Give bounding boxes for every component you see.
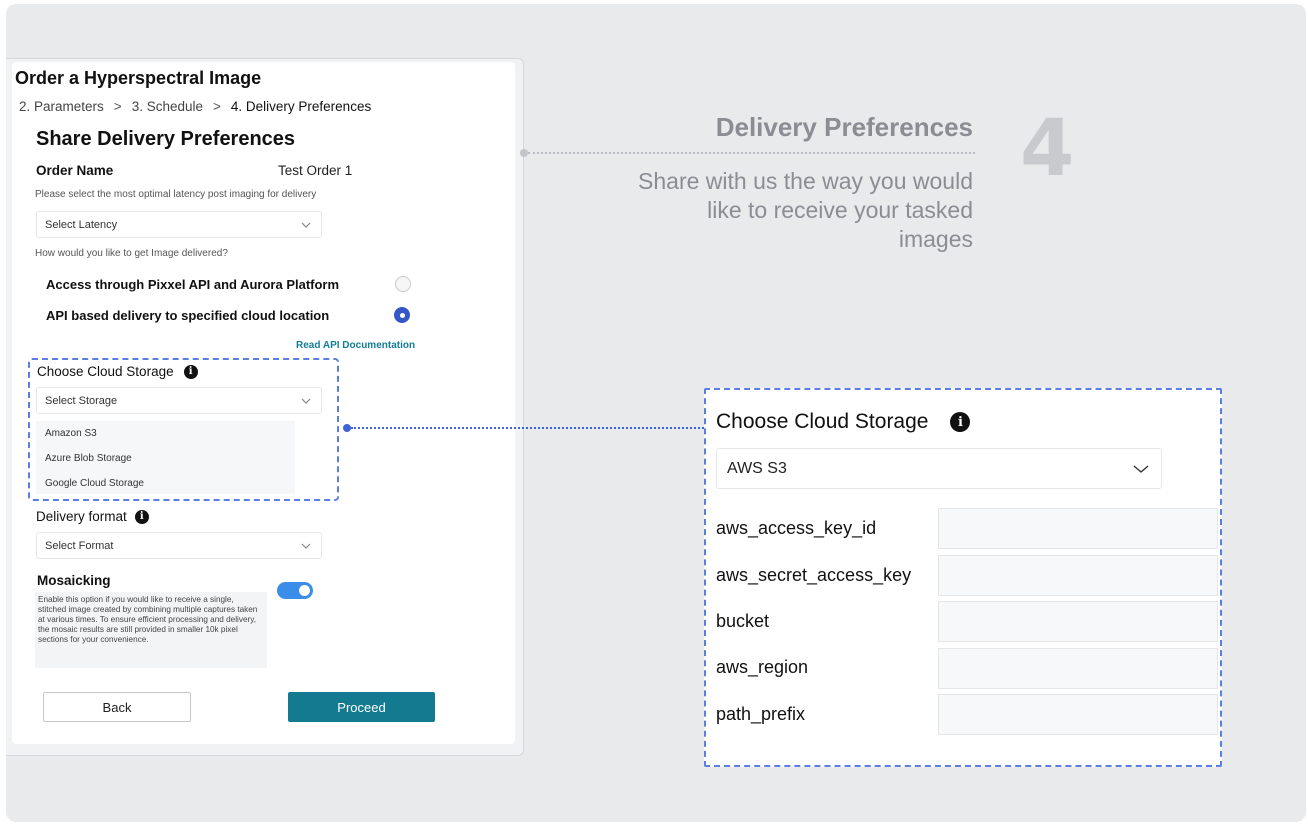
info-icon[interactable]: i [134,509,149,524]
cloud-storage-label: Choose Cloud Storage [37,364,174,379]
info-icon[interactable]: i [183,364,198,379]
storage-option-amazon-s3[interactable]: Amazon S3 [45,428,97,439]
radio-label-pixxel-api: Access through Pixxel API and Aurora Pla… [46,277,340,292]
chevron-down-icon [301,543,311,549]
order-name-value: Test Order 1 [278,163,353,178]
proceed-button[interactable]: Proceed [288,692,435,722]
section-title: Share Delivery Preferences [36,128,296,150]
zoom-title-row: Choose Cloud Storage i [716,410,971,434]
delivery-format-label-row: Delivery format i [36,509,149,524]
field-label-aws-region: aws_region [716,657,809,677]
aws-secret-access-key-input[interactable] [938,555,1218,596]
breadcrumb-separator: > [213,99,221,114]
storage-select-value: Select Storage [45,394,118,407]
back-button[interactable]: Back [43,692,191,722]
chevron-down-icon [301,222,311,228]
breadcrumb-delivery-preferences[interactable]: 4. Delivery Preferences [231,99,371,114]
field-label-aws-secret-access-key: aws_secret_access_key [716,565,912,585]
latency-select[interactable]: Select Latency [36,211,322,238]
chevron-down-icon [1133,464,1149,473]
info-icon[interactable]: i [950,412,971,432]
zoom-storage-select[interactable]: AWS S3 [716,448,1162,489]
mosaicking-toggle[interactable] [277,582,313,599]
breadcrumb-parameters[interactable]: 2. Parameters [19,99,104,114]
storage-option-azure-blob[interactable]: Azure Blob Storage [45,453,132,464]
field-label-path-prefix: path_prefix [716,704,806,724]
callout-heading: Delivery Preferences [715,112,973,142]
order-name-label: Order Name [36,163,114,178]
breadcrumb-schedule[interactable]: 3. Schedule [132,99,203,114]
latency-question: Please select the most optimal latency p… [35,189,317,200]
connector-dot [343,424,351,432]
storage-options-list: Amazon S3 Azure Blob Storage Google Clou… [36,421,295,494]
callout-description: Share with us the way you would like to … [638,168,973,252]
format-select-value: Select Format [45,539,114,552]
storage-option-google-cloud[interactable]: Google Cloud Storage [45,478,144,489]
aws-region-input[interactable] [938,648,1218,689]
connector-dot [520,149,528,157]
cloud-storage-label-row: Choose Cloud Storage i [37,364,198,379]
order-title: Order a Hyperspectral Image [15,68,262,88]
delivery-question: How would you like to get Image delivere… [35,248,228,259]
chevron-down-icon [301,398,311,404]
storage-select[interactable]: Select Storage [36,387,322,414]
zoom-title: Choose Cloud Storage [716,410,929,433]
mosaicking-label: Mosaicking [37,573,111,588]
radio-label-cloud-delivery: API based delivery to specified cloud lo… [46,308,330,323]
field-label-bucket: bucket [716,611,770,631]
radio-pixxel-api[interactable] [395,276,411,292]
field-label-aws-access-key-id: aws_access_key_id [716,518,877,538]
latency-select-value: Select Latency [45,218,118,231]
format-select[interactable]: Select Format [36,532,322,559]
api-documentation-link[interactable]: Read API Documentation [296,340,415,351]
connector-line [351,427,704,429]
zoom-storage-select-value: AWS S3 [727,459,787,477]
connector-line [528,152,975,154]
breadcrumb-separator: > [113,99,122,114]
callout-step-number: 4 [1020,104,1075,194]
aws-access-key-id-input[interactable] [938,508,1218,549]
breadcrumb: 2. Parameters > 3. Schedule > 4. Deliver… [19,99,371,114]
path-prefix-input[interactable] [938,694,1218,735]
mosaicking-description: Enable this option if you would like to … [35,592,267,668]
radio-cloud-delivery[interactable] [394,307,410,323]
delivery-format-label: Delivery format [36,509,127,524]
bucket-input[interactable] [938,601,1218,642]
